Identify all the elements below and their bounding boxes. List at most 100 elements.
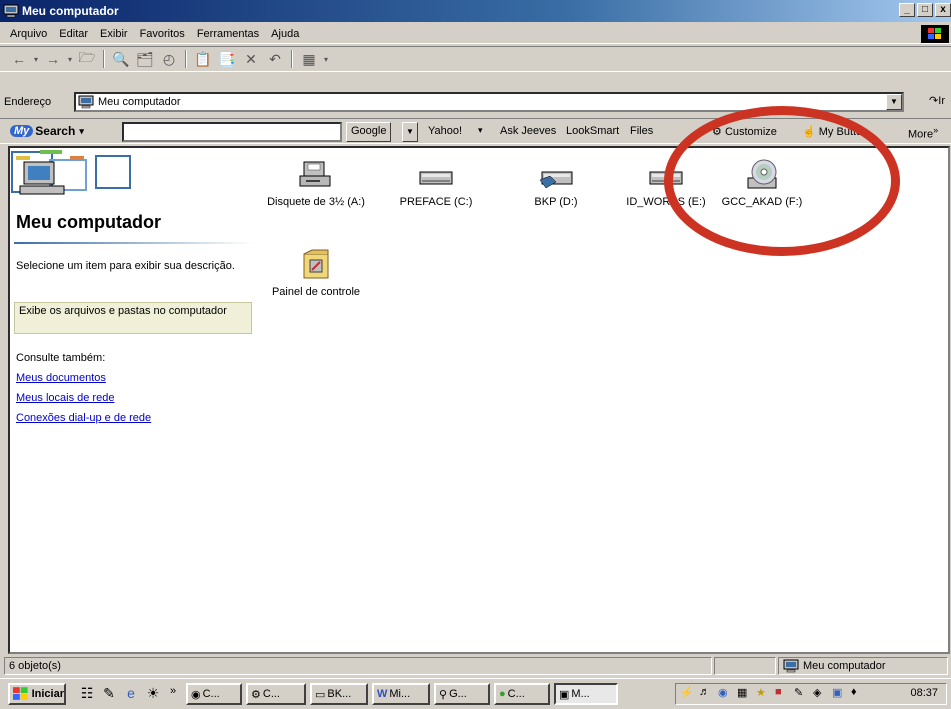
menu-exibir[interactable]: Exibir	[94, 28, 134, 40]
separator	[103, 50, 105, 68]
volume-icon[interactable]: ♬	[699, 686, 715, 702]
status-object-count: 6 objeto(s)	[4, 657, 712, 675]
app-icon: ◉	[191, 688, 201, 701]
status-panel	[714, 657, 776, 675]
search-input[interactable]	[122, 122, 342, 142]
taskbar-button[interactable]: ⚙ C...	[246, 683, 306, 705]
drive-item-c[interactable]: PREFACE (C:)	[384, 158, 488, 209]
item-label: Disquete de 3½ (A:)	[267, 196, 365, 208]
info-box: Exibe os arquivos e pastas no computador	[14, 302, 252, 334]
mysearch-logo[interactable]: My Search ▾	[10, 124, 84, 138]
computer-icon	[3, 4, 19, 18]
tray-icon[interactable]: ◉	[718, 686, 734, 702]
app-icon: ⚲	[439, 688, 448, 701]
delete-icon[interactable]: ✕	[240, 49, 262, 69]
status-bar: 6 objeto(s) Meu computador	[0, 656, 951, 676]
drive-item-a[interactable]: Disquete de 3½ (A:)	[264, 158, 368, 209]
ask-jeeves-link[interactable]: Ask Jeeves	[500, 125, 556, 137]
windows-logo-icon	[13, 687, 28, 700]
yahoo-link[interactable]: Yahoo!	[428, 125, 462, 137]
see-also-label: Consulte também:	[16, 352, 106, 364]
item-label: Painel de controle	[271, 286, 361, 298]
show-desktop-icon[interactable]: ☷	[78, 685, 96, 703]
link-conexoes-dial-up[interactable]: Conexões dial-up e de rede	[16, 412, 151, 424]
back-arrow-icon[interactable]: ←	[8, 49, 30, 69]
app-icon: ●	[499, 688, 506, 700]
copy-to-icon[interactable]: 📑	[216, 49, 238, 69]
network-icon[interactable]: ▦	[737, 686, 753, 702]
computer-icon	[78, 95, 94, 109]
quicklaunch-app-icon[interactable]: ☀	[144, 685, 162, 703]
title-bar: Meu computador _ □ x	[0, 0, 951, 22]
tray-icon[interactable]: ✎	[794, 686, 810, 702]
windows-logo-icon	[921, 25, 949, 43]
menu-arquivo[interactable]: Arquivo	[4, 28, 53, 40]
dropdown-icon[interactable]: ▾	[322, 49, 330, 69]
move-to-icon[interactable]: 📋	[192, 49, 214, 69]
drive-icon: ▭	[315, 688, 326, 701]
chevron-down-icon: ▾	[478, 125, 483, 135]
minimize-button[interactable]: _	[899, 3, 915, 17]
link-meus-locais-de-rede[interactable]: Meus locais de rede	[16, 392, 114, 404]
start-button[interactable]: Iniciar	[8, 683, 66, 705]
taskbar-button[interactable]: ● C...	[494, 683, 550, 705]
maximize-button[interactable]: □	[917, 3, 933, 17]
divider	[14, 242, 254, 244]
clock[interactable]: 08:37	[910, 687, 938, 699]
floppy-drive-icon	[299, 161, 331, 187]
taskbar-button[interactable]: W Mi...	[372, 683, 430, 705]
internet-explorer-icon[interactable]: e	[122, 685, 140, 703]
files-link[interactable]: Files	[630, 125, 653, 137]
highlight-annotation	[664, 106, 900, 256]
system-tray: ⚡ ♬ ◉ ▦ ★ ■ ✎ ◈ ▣ ♦ 08:37	[675, 683, 947, 705]
drive-item-d[interactable]: BKP (D:)	[504, 158, 608, 209]
taskbar: Iniciar ☷ ✎ e ☀ » ◉ C... ⚙ C... ▭ BK... W Mi…	[0, 678, 951, 709]
undo-icon[interactable]: ↶	[264, 49, 286, 69]
views-icon[interactable]: ▦	[298, 49, 320, 69]
panel-description: Selecione um item para exibir sua descri…	[16, 260, 235, 272]
menu-ferramentas[interactable]: Ferramentas	[191, 28, 265, 40]
go-arrow-icon: ↷	[929, 95, 939, 107]
chevron-down-icon: ▾	[79, 125, 84, 136]
search-icon[interactable]: 🔍	[110, 49, 132, 69]
dropdown-icon[interactable]: ▾	[32, 49, 40, 69]
close-button[interactable]: x	[935, 3, 951, 17]
folders-icon[interactable]: 🗂	[134, 49, 156, 69]
tray-icon[interactable]: ⚡	[680, 686, 696, 702]
tray-icon[interactable]: ★	[756, 686, 772, 702]
control-panel-icon	[303, 249, 329, 279]
more-button[interactable]: More»	[908, 125, 938, 141]
menu-ajuda[interactable]: Ajuda	[265, 28, 305, 40]
google-dropdown-icon[interactable]: ▼	[402, 122, 418, 142]
quicklaunch-app-icon[interactable]: ✎	[100, 685, 118, 703]
up-folder-icon[interactable]: 🗁	[76, 49, 98, 69]
menu-favoritos[interactable]: Favoritos	[134, 28, 191, 40]
tray-icon[interactable]: ♦	[851, 686, 867, 702]
computer-icon: ▣	[559, 688, 570, 701]
tray-icon[interactable]: ■	[775, 686, 791, 702]
taskbar-button-active[interactable]: ▣ M...	[554, 683, 618, 705]
tray-icon[interactable]: ◈	[813, 686, 829, 702]
address-dropdown-icon[interactable]: ▼	[886, 94, 902, 110]
separator	[185, 50, 187, 68]
history-icon[interactable]: ◴	[158, 49, 180, 69]
chevron-more-icon[interactable]: »	[164, 685, 182, 703]
hard-drive-icon	[419, 171, 453, 185]
go-button[interactable]: ↷Ir	[929, 94, 945, 107]
taskbar-button[interactable]: ▭ BK...	[310, 683, 368, 705]
dropdown-icon[interactable]: ▾	[66, 49, 74, 69]
taskbar-button[interactable]: ◉ C...	[186, 683, 242, 705]
link-meus-documentos[interactable]: Meus documentos	[16, 372, 106, 384]
control-panel-item[interactable]: Painel de controle	[264, 248, 368, 299]
menu-editar[interactable]: Editar	[53, 28, 94, 40]
menu-bar: Arquivo Editar Exibir Favoritos Ferramen…	[0, 24, 951, 44]
shared-drive-icon	[539, 171, 573, 189]
computer-icon	[783, 659, 799, 673]
looksmart-link[interactable]: LookSmart	[566, 125, 619, 137]
taskbar-button[interactable]: ⚲ G...	[434, 683, 490, 705]
separator	[291, 50, 293, 68]
tray-icon[interactable]: ▣	[832, 686, 848, 702]
word-icon: W	[377, 688, 388, 700]
forward-arrow-icon[interactable]: →	[42, 49, 64, 69]
google-button[interactable]: Google	[346, 122, 392, 142]
